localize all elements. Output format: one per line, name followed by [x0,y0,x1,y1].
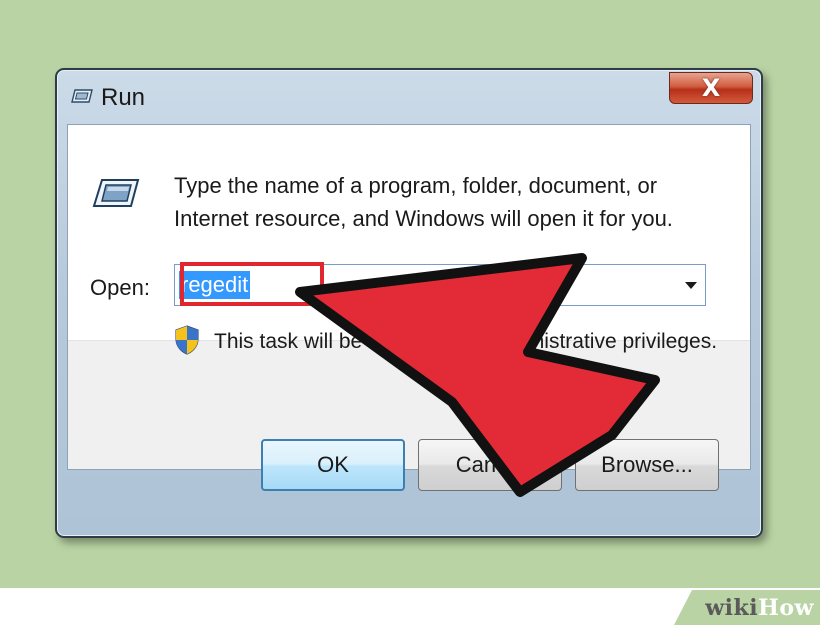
close-icon: X [701,74,721,102]
privilege-note: This task will be created with administr… [214,330,718,353]
run-dialog-window: Run X Type the name of a program, folder… [55,68,763,538]
cancel-button[interactable]: Cancel [418,439,562,491]
dialog-description: Type the name of a program, folder, docu… [174,173,673,231]
run-title-icon [71,89,93,103]
dialog-client-area: Type the name of a program, folder, docu… [67,124,751,491]
open-label: Open: [90,275,150,300]
ok-button[interactable]: OK [261,439,405,491]
annotation-highlight-box [180,262,324,306]
title-bar[interactable]: Run X [57,70,761,124]
wikihow-logo-how: How [758,594,814,621]
shield-icon [175,325,199,355]
dropdown-button[interactable] [677,265,705,305]
run-icon [92,179,140,207]
browse-button[interactable]: Browse... [575,439,719,491]
chevron-down-icon [685,281,697,289]
wikihow-logo: wiki How [674,590,820,625]
window-title: Run [101,84,146,111]
wikihow-logo-wiki: wiki [705,594,759,621]
close-button[interactable]: X [669,72,753,104]
